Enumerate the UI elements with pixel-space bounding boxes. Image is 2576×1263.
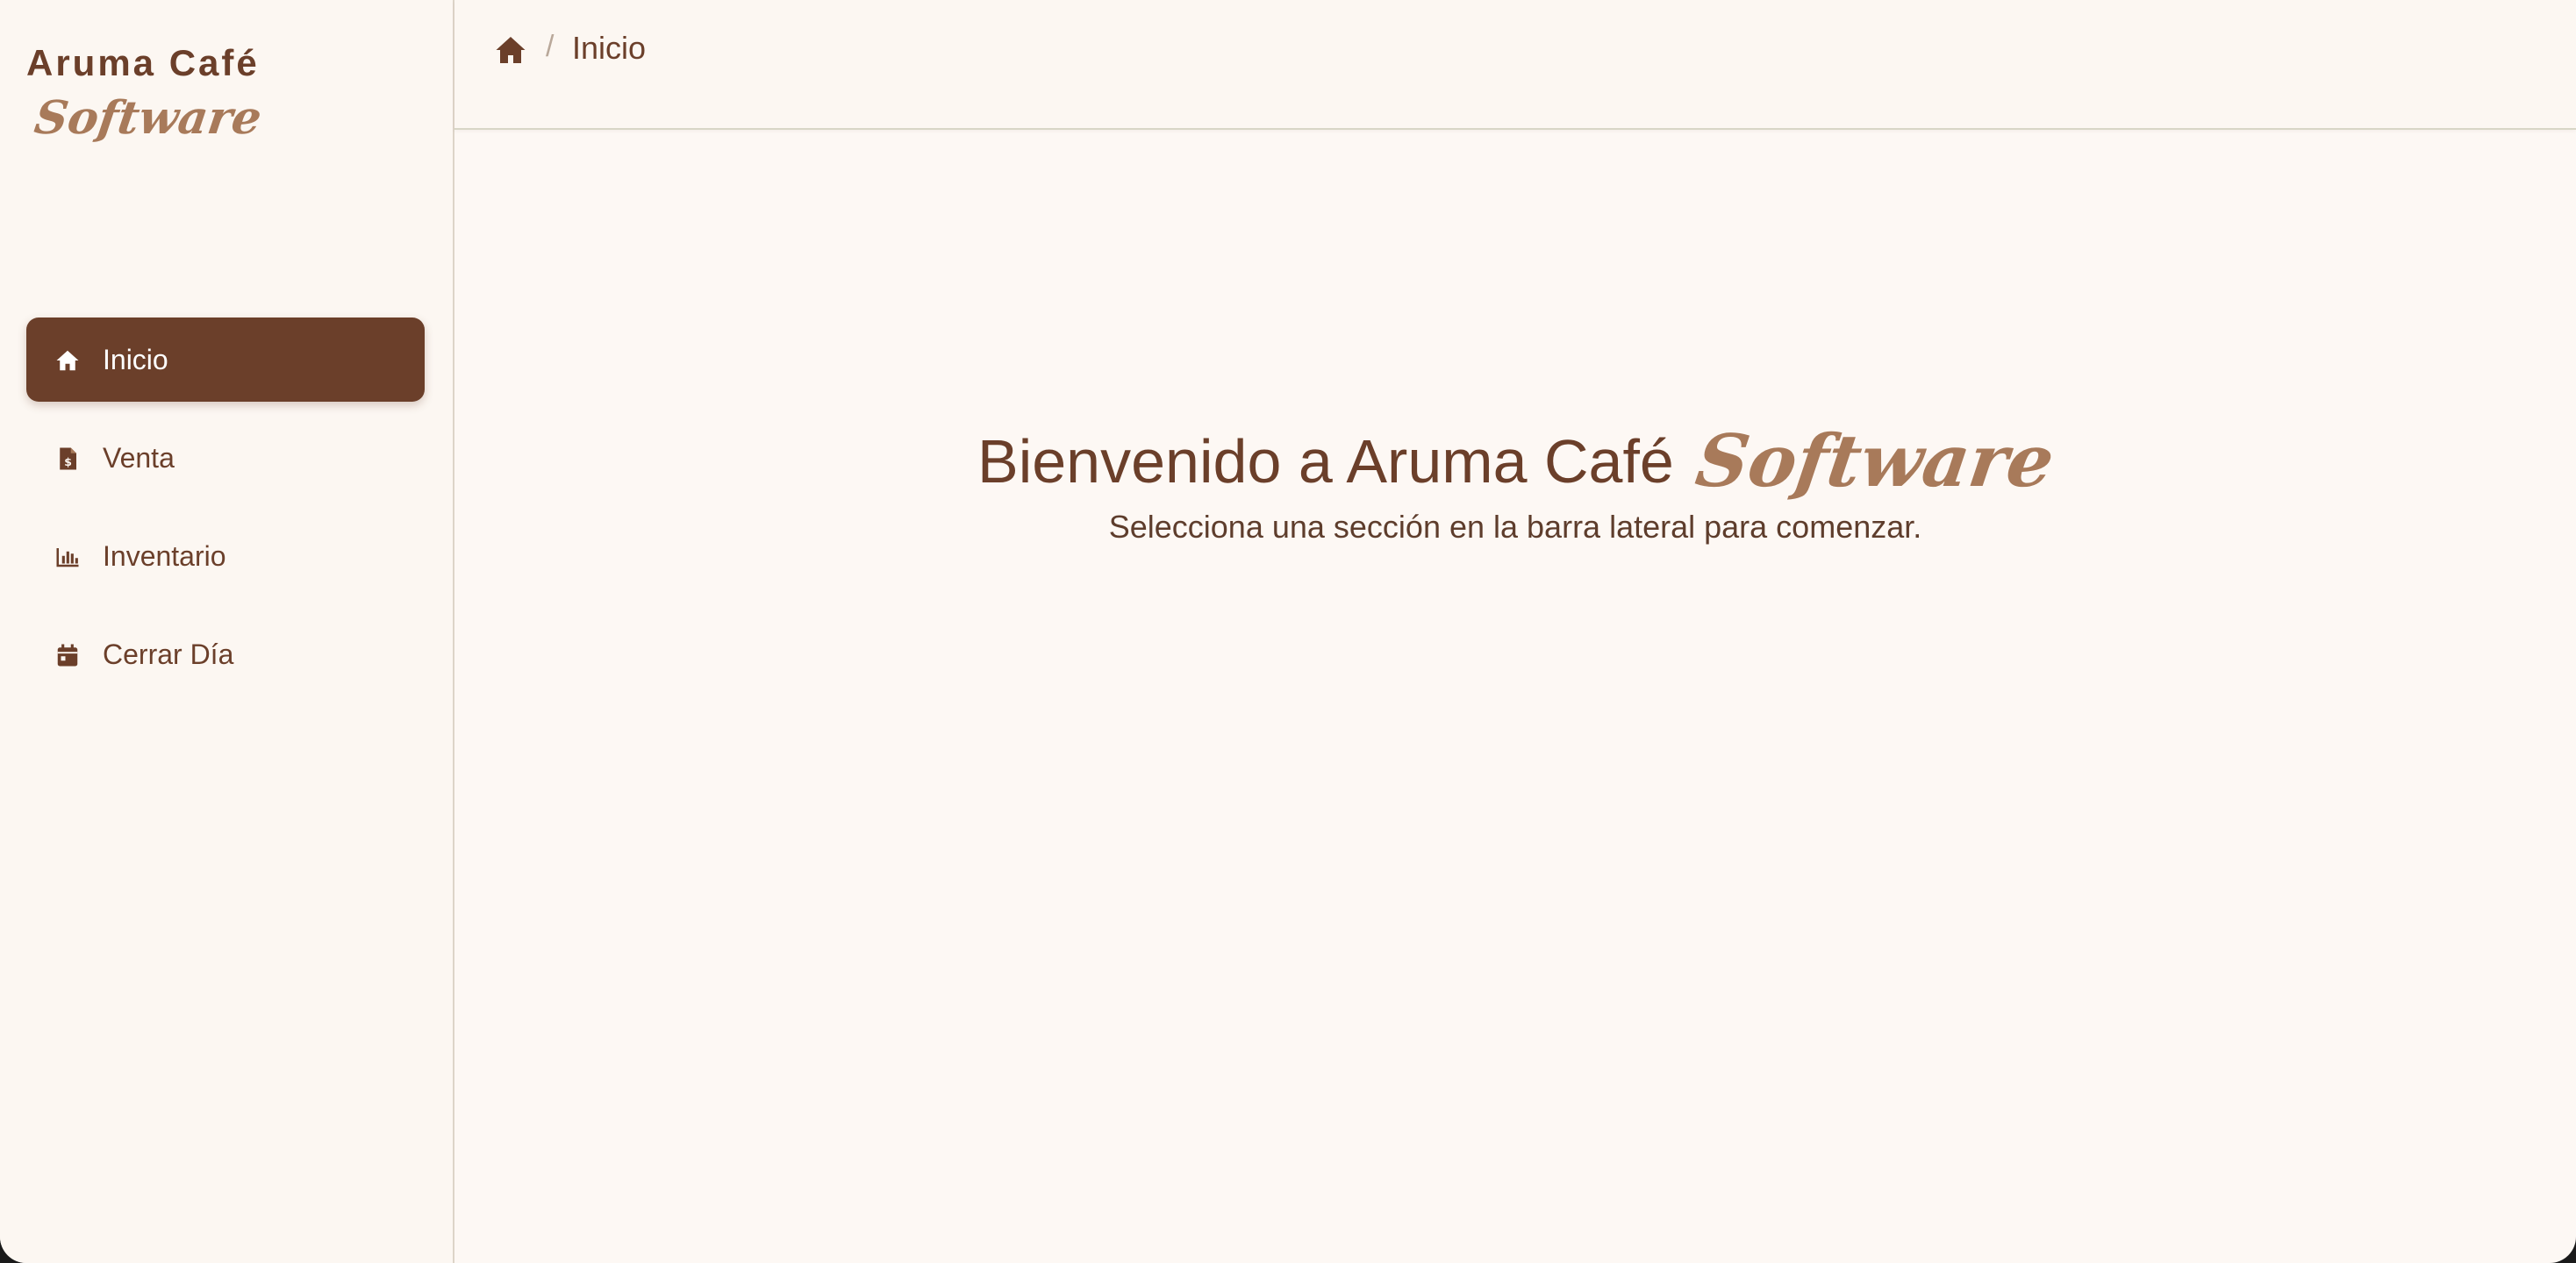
top-bar: / Inicio bbox=[454, 0, 2576, 130]
breadcrumb-current: Inicio bbox=[572, 30, 647, 66]
brand-logo: Aruma Café Software bbox=[26, 42, 265, 145]
svg-text:$: $ bbox=[64, 455, 72, 468]
welcome-title: Bienvenido a Aruma Café bbox=[977, 427, 1674, 496]
app-window: Aruma Café Software Inicio $ Venta Inven… bbox=[0, 0, 2576, 1263]
sidebar-item-inventario[interactable]: Inventario bbox=[26, 514, 425, 598]
breadcrumb-separator: / bbox=[546, 30, 555, 63]
receipt-icon: $ bbox=[60, 447, 76, 470]
sidebar-item-label: Cerrar Día bbox=[103, 638, 234, 670]
sidebar-item-inicio[interactable]: Inicio bbox=[26, 318, 425, 402]
welcome-subtitle: Selecciona una sección en la barra later… bbox=[1108, 509, 1922, 545]
bar-chart-icon bbox=[56, 548, 79, 567]
sidebar-item-label: Venta bbox=[103, 441, 175, 474]
welcome-script: Software bbox=[1691, 419, 2059, 503]
sidebar-item-venta[interactable]: $ Venta bbox=[26, 416, 425, 500]
sidebar-item-cerrar-dia[interactable]: Cerrar Día bbox=[26, 612, 425, 696]
calendar-icon bbox=[57, 644, 78, 667]
sidebar-item-label: Inventario bbox=[103, 539, 226, 572]
sidebar-item-label: Inicio bbox=[103, 343, 168, 375]
sidebar-nav: Inicio $ Venta Inventario Cerrar Día bbox=[26, 318, 425, 710]
home-icon[interactable] bbox=[495, 35, 526, 65]
sidebar: Aruma Café Software Inicio $ Venta Inven… bbox=[0, 0, 454, 1263]
brand-title: Aruma Café bbox=[26, 42, 260, 83]
main-content: Bienvenido a Aruma Café Software Seleccio… bbox=[454, 130, 2576, 1263]
brand-script: Software bbox=[31, 91, 265, 145]
home-icon bbox=[56, 350, 79, 371]
welcome-panel: Bienvenido a Aruma Café Software Seleccio… bbox=[454, 419, 2576, 546]
